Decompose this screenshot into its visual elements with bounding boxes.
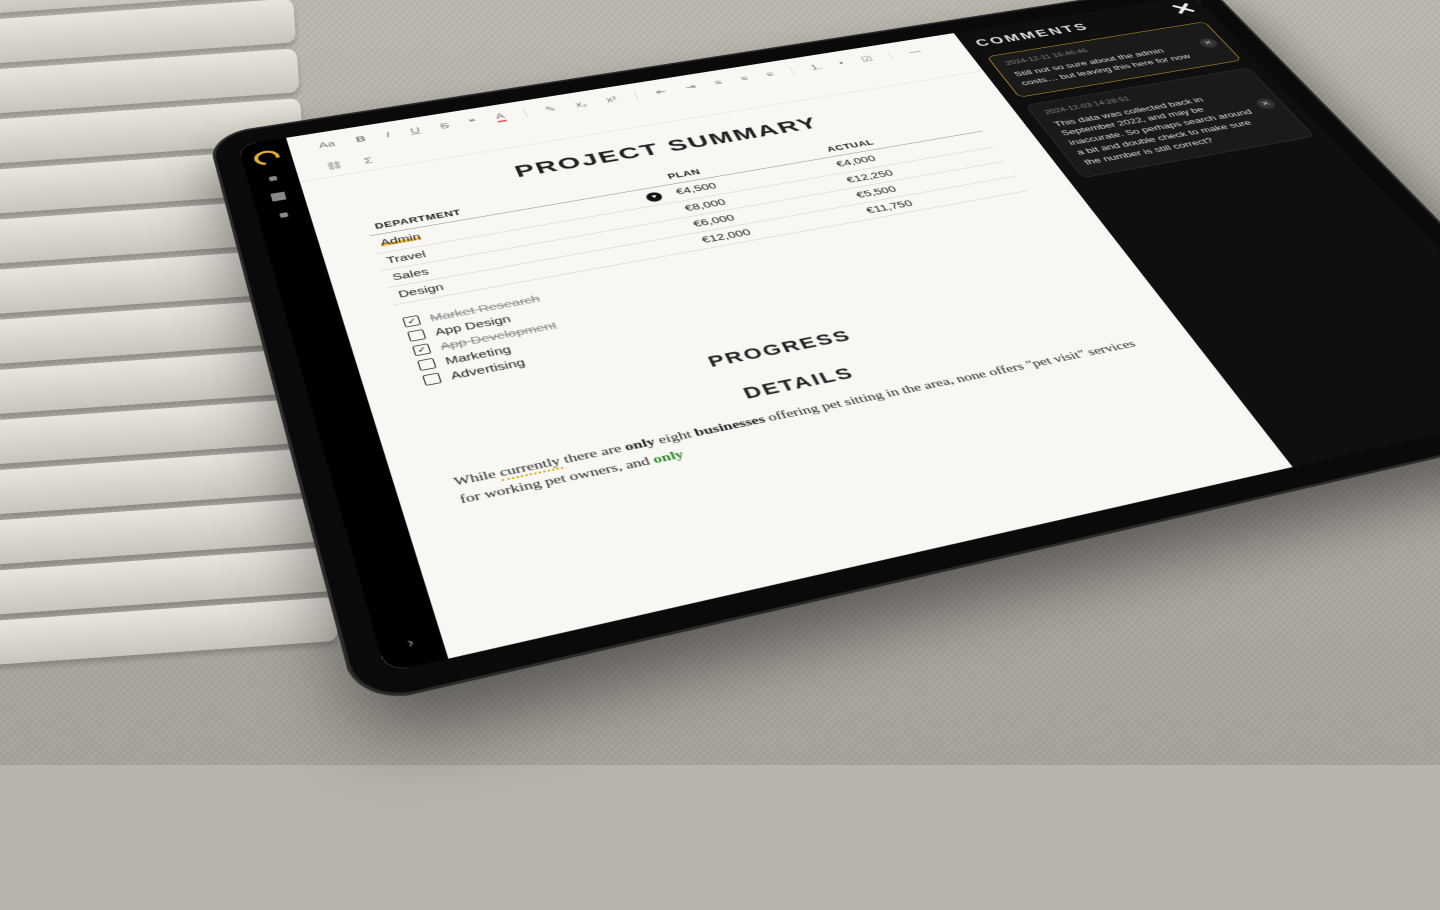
superscript-button[interactable]: x² xyxy=(604,95,618,104)
checklist-button[interactable]: ☑ xyxy=(859,54,875,63)
sidebar-dot-icon[interactable] xyxy=(269,176,278,182)
tablet-device: › Aa B I U S ❝ A ✎ x₂ x² ⇤ xyxy=(207,0,1440,707)
app-logo-icon xyxy=(249,148,285,168)
bullet-list-button[interactable]: • xyxy=(837,59,846,67)
align-right-button[interactable]: ≡ xyxy=(764,70,776,79)
row-expand-icon[interactable]: ▾ xyxy=(645,191,665,202)
sidebar-dot2-icon[interactable] xyxy=(279,212,288,218)
comment-text: This data was collected back in Septembe… xyxy=(1051,88,1279,168)
checkbox-icon[interactable] xyxy=(422,373,442,386)
hr-button[interactable]: — xyxy=(906,47,923,56)
align-left-button[interactable]: ≡ xyxy=(712,78,724,87)
subscript-button[interactable]: x₂ xyxy=(574,99,589,109)
sidebar-collapse-icon[interactable]: › xyxy=(405,635,415,651)
cell-department: Admin xyxy=(379,232,422,248)
link-button[interactable]: ⛓ xyxy=(324,160,344,172)
font-button[interactable]: Aa xyxy=(317,139,336,150)
highlighter-button[interactable]: ✎ xyxy=(543,104,558,114)
delete-comment-icon[interactable]: ✕ xyxy=(1196,37,1220,48)
checkbox-icon[interactable]: ✓ xyxy=(412,343,431,356)
sidebar-square-icon[interactable] xyxy=(270,192,286,202)
align-center-button[interactable]: ≡ xyxy=(738,74,750,83)
checkbox-icon[interactable] xyxy=(407,329,426,342)
underline-button[interactable]: U xyxy=(409,126,422,136)
checkbox-icon[interactable]: ✓ xyxy=(402,315,421,327)
formula-button[interactable]: Σ xyxy=(362,155,373,165)
checkbox-icon[interactable] xyxy=(417,358,437,371)
indent-button[interactable]: ⇥ xyxy=(683,82,698,92)
outdent-button[interactable]: ⇤ xyxy=(654,87,669,97)
ordered-list-button[interactable]: 1. xyxy=(809,62,824,71)
delete-comment-icon[interactable]: ✕ xyxy=(1253,98,1278,110)
quote-button[interactable]: ❝ xyxy=(467,117,478,127)
bold-button[interactable]: B xyxy=(354,134,367,144)
text-color-button[interactable]: A xyxy=(494,111,507,122)
strike-button[interactable]: S xyxy=(438,121,450,130)
italic-button[interactable]: I xyxy=(385,130,392,139)
